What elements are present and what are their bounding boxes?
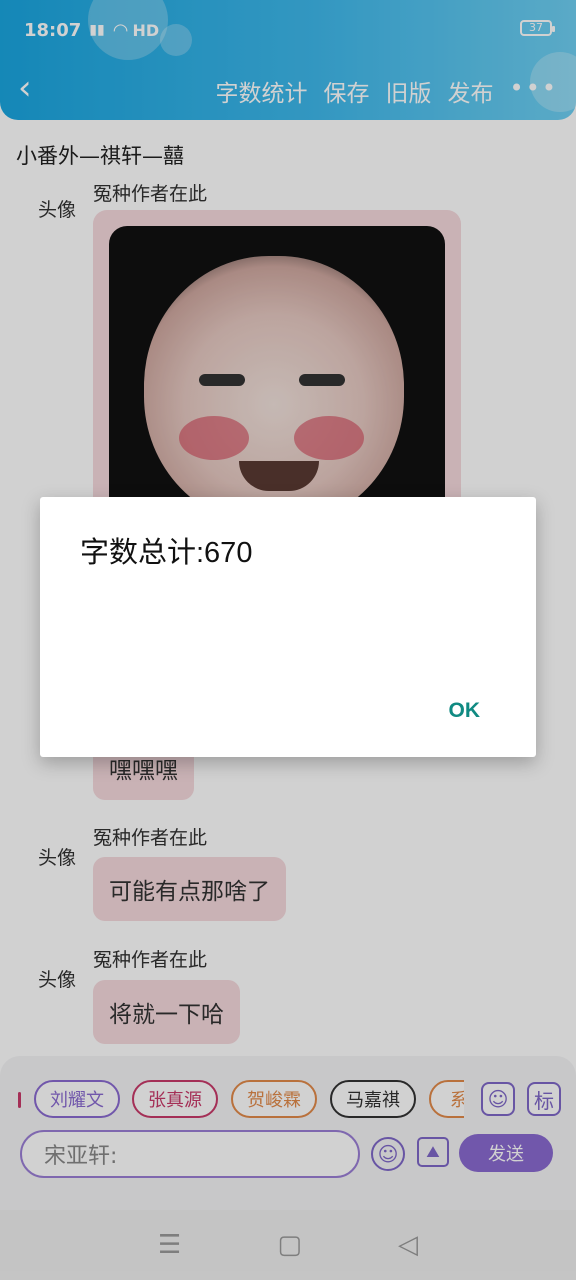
ok-button[interactable]: OK — [449, 699, 481, 723]
dialog-title: 字数总计:670 — [80, 537, 253, 569]
word-count-dialog: 字数总计:670 OK — [40, 497, 536, 757]
